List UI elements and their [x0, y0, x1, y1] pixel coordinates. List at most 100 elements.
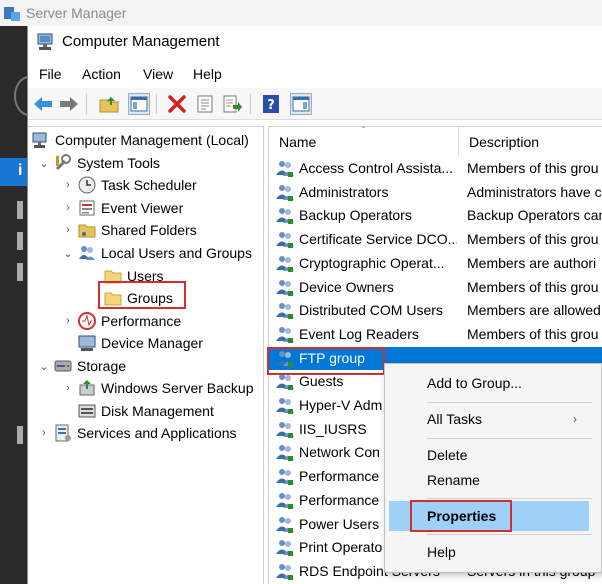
collapsed-chevron-icon[interactable]: › [62, 202, 74, 214]
group-icon [275, 396, 295, 416]
group-name: Event Log Readers [299, 325, 419, 342]
menu-item-help[interactable]: Help [389, 537, 589, 567]
group-icon [275, 515, 295, 535]
performance-icon [78, 312, 96, 330]
group-icon [275, 420, 295, 440]
group-icon [275, 206, 295, 226]
table-row[interactable]: Distributed COM Users Members are allowed [269, 299, 602, 323]
group-name: Administrators [299, 183, 389, 200]
group-name: Backup Operators [299, 207, 412, 224]
server-manager-sidebar: i [0, 26, 44, 584]
expanded-chevron-icon[interactable]: ⌄ [38, 360, 50, 373]
table-row[interactable]: Administrators Administrators have c [269, 181, 602, 205]
collapsed-chevron-icon[interactable]: › [62, 315, 74, 327]
table-row[interactable]: Event Log Readers Members of this grou [269, 323, 602, 347]
group-description: Members of this grou [467, 278, 599, 295]
window-title: Computer Management [62, 33, 220, 50]
server-manager-icon [4, 7, 20, 21]
tree-label: Local Users and Groups [101, 245, 252, 261]
menu-file[interactable]: File [39, 66, 62, 82]
collapsed-chevron-icon[interactable]: › [62, 224, 74, 236]
group-description: Members of this grou [467, 231, 599, 248]
tree-item-computer-management[interactable]: Computer Management (Local) [32, 129, 249, 151]
delete-button[interactable] [166, 93, 188, 115]
tree-item-services-and-applications[interactable]: › Services and Applications [38, 422, 237, 444]
properties-button[interactable] [194, 93, 216, 115]
ftp-group-highlight-box [267, 347, 385, 375]
sidebar-mark [17, 426, 23, 444]
menu-separator [427, 534, 592, 535]
toolbar-separator [156, 94, 157, 114]
tree-item-local-users-and-groups[interactable]: ⌄ Local Users and Groups [62, 242, 252, 264]
backup-icon [78, 379, 96, 397]
tree-label: Computer Management (Local) [55, 132, 249, 148]
back-button[interactable] [32, 93, 54, 115]
table-row[interactable]: Backup Operators Backup Operators can [269, 204, 602, 228]
export-icon [223, 95, 242, 113]
tree-item-system-tools[interactable]: ⌄ System Tools [38, 152, 160, 174]
group-icon [275, 325, 295, 345]
forward-button[interactable] [58, 93, 80, 115]
dashboard-tile[interactable]: i [0, 158, 27, 186]
tree-item-storage[interactable]: ⌄ Storage [38, 355, 126, 377]
computer-management-icon [37, 33, 53, 50]
clock-icon [78, 176, 96, 194]
group-icon [275, 183, 295, 203]
menu-item-rename[interactable]: Rename [389, 465, 589, 495]
tree-label: Performance [101, 313, 182, 329]
expanded-chevron-icon[interactable]: ⌄ [62, 247, 74, 260]
collapsed-chevron-icon[interactable]: › [62, 179, 74, 191]
table-row[interactable]: Cryptographic Operat... Members are autho… [269, 252, 602, 276]
tree-item-windows-server-backup[interactable]: › Windows Server Backup [62, 377, 254, 399]
menu-bar: File Action View Help [28, 62, 602, 86]
group-description: Administrators have c [467, 183, 602, 200]
tree-item-event-viewer[interactable]: › Event Viewer [62, 197, 183, 219]
table-row[interactable]: Device Owners Members of this grou [269, 276, 602, 300]
collapsed-chevron-icon[interactable]: › [62, 382, 74, 394]
menu-action[interactable]: Action [82, 66, 121, 82]
sidebar-mark [17, 232, 23, 250]
tree-item-performance[interactable]: › Performance [62, 310, 181, 332]
expanded-chevron-icon[interactable]: ⌄ [38, 157, 50, 170]
up-level-button[interactable] [98, 93, 120, 115]
menu-separator [427, 498, 592, 499]
tree-item-shared-folders[interactable]: › Shared Folders [62, 219, 197, 241]
menu-view[interactable]: View [143, 66, 173, 82]
show-hide-action-pane-button[interactable] [290, 93, 312, 115]
help-button[interactable]: ? [260, 93, 282, 115]
computer-management-icon [32, 131, 50, 149]
menu-separator [427, 438, 592, 439]
column-header-name[interactable]: Name ˆ [269, 126, 459, 157]
group-description: Backup Operators can [467, 207, 602, 224]
show-hide-tree-button[interactable] [128, 93, 150, 115]
users-group-icon [78, 244, 96, 262]
tree-label: Device Manager [101, 335, 203, 351]
tree-label: Shared Folders [101, 222, 197, 238]
forward-icon [60, 97, 78, 111]
tree-item-disk-management[interactable]: Disk Management [78, 400, 214, 422]
column-header-description[interactable]: Description [459, 127, 602, 157]
menu-item-all-tasks[interactable]: All Tasks › [389, 404, 589, 434]
tree-label: Storage [77, 358, 127, 374]
table-row[interactable]: Access Control Assista... Members of this… [269, 157, 602, 181]
tree-label: Event Viewer [101, 200, 184, 216]
menu-item-label: Help [427, 544, 456, 560]
shared-folder-icon [78, 221, 96, 239]
back-icon [34, 97, 52, 111]
collapsed-chevron-icon[interactable]: › [38, 427, 50, 439]
menu-item-label: Delete [427, 447, 468, 463]
group-description: Members are allowed [467, 302, 601, 319]
toolbar: ? [28, 88, 602, 120]
sidebar-mark [17, 201, 23, 219]
console-tree: Computer Management (Local) ⌄ System Too… [28, 126, 264, 584]
group-icon [275, 278, 295, 298]
table-row[interactable]: Certificate Service DCO... Members of thi… [269, 228, 602, 252]
menu-help[interactable]: Help [193, 66, 222, 82]
tree-item-device-manager[interactable]: Device Manager [78, 332, 203, 354]
tree-item-task-scheduler[interactable]: › Task Scheduler [62, 174, 197, 196]
column-header-description-label: Description [469, 134, 540, 150]
storage-icon [54, 357, 72, 375]
export-list-button[interactable] [222, 93, 244, 115]
group-name: Access Control Assista... [299, 160, 454, 176]
menu-item-add-to-group[interactable]: Add to Group... [389, 368, 589, 398]
